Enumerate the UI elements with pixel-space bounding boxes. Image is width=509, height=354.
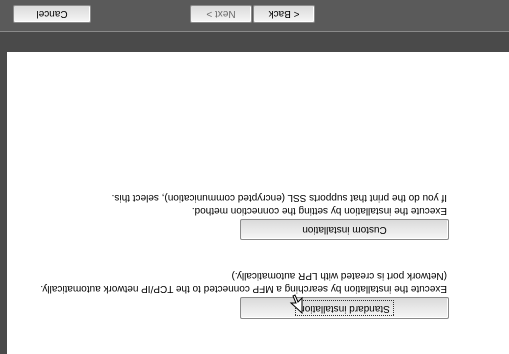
mouse-cursor-icon	[289, 294, 303, 314]
dialog-edge	[0, 32, 7, 354]
standard-installation-label: Standard installation	[295, 300, 394, 316]
standard-installation-description: Execute the installation by searching a …	[40, 269, 447, 295]
back-button[interactable]: < Back	[253, 5, 315, 23]
custom-installation-button[interactable]: Custom installation	[240, 219, 449, 240]
standard-description-line-1: Execute the installation by searching a …	[40, 283, 447, 294]
custom-installation-description: Execute the installation by setting the …	[112, 191, 447, 217]
next-button[interactable]: Next >	[190, 5, 252, 23]
custom-description-line-2: If you do the print that supports SSL (e…	[111, 192, 447, 203]
installer-dialog: Standard installation Execute the instal…	[0, 0, 509, 354]
cancel-button[interactable]: Cancel	[13, 5, 91, 23]
custom-description-line-1: Execute the installation by setting the …	[191, 205, 447, 216]
standard-description-line-2: (Network port is created with LPR automa…	[231, 270, 447, 281]
standard-installation-button[interactable]: Standard installation	[240, 297, 449, 319]
content-area: Standard installation Execute the instal…	[0, 52, 509, 354]
